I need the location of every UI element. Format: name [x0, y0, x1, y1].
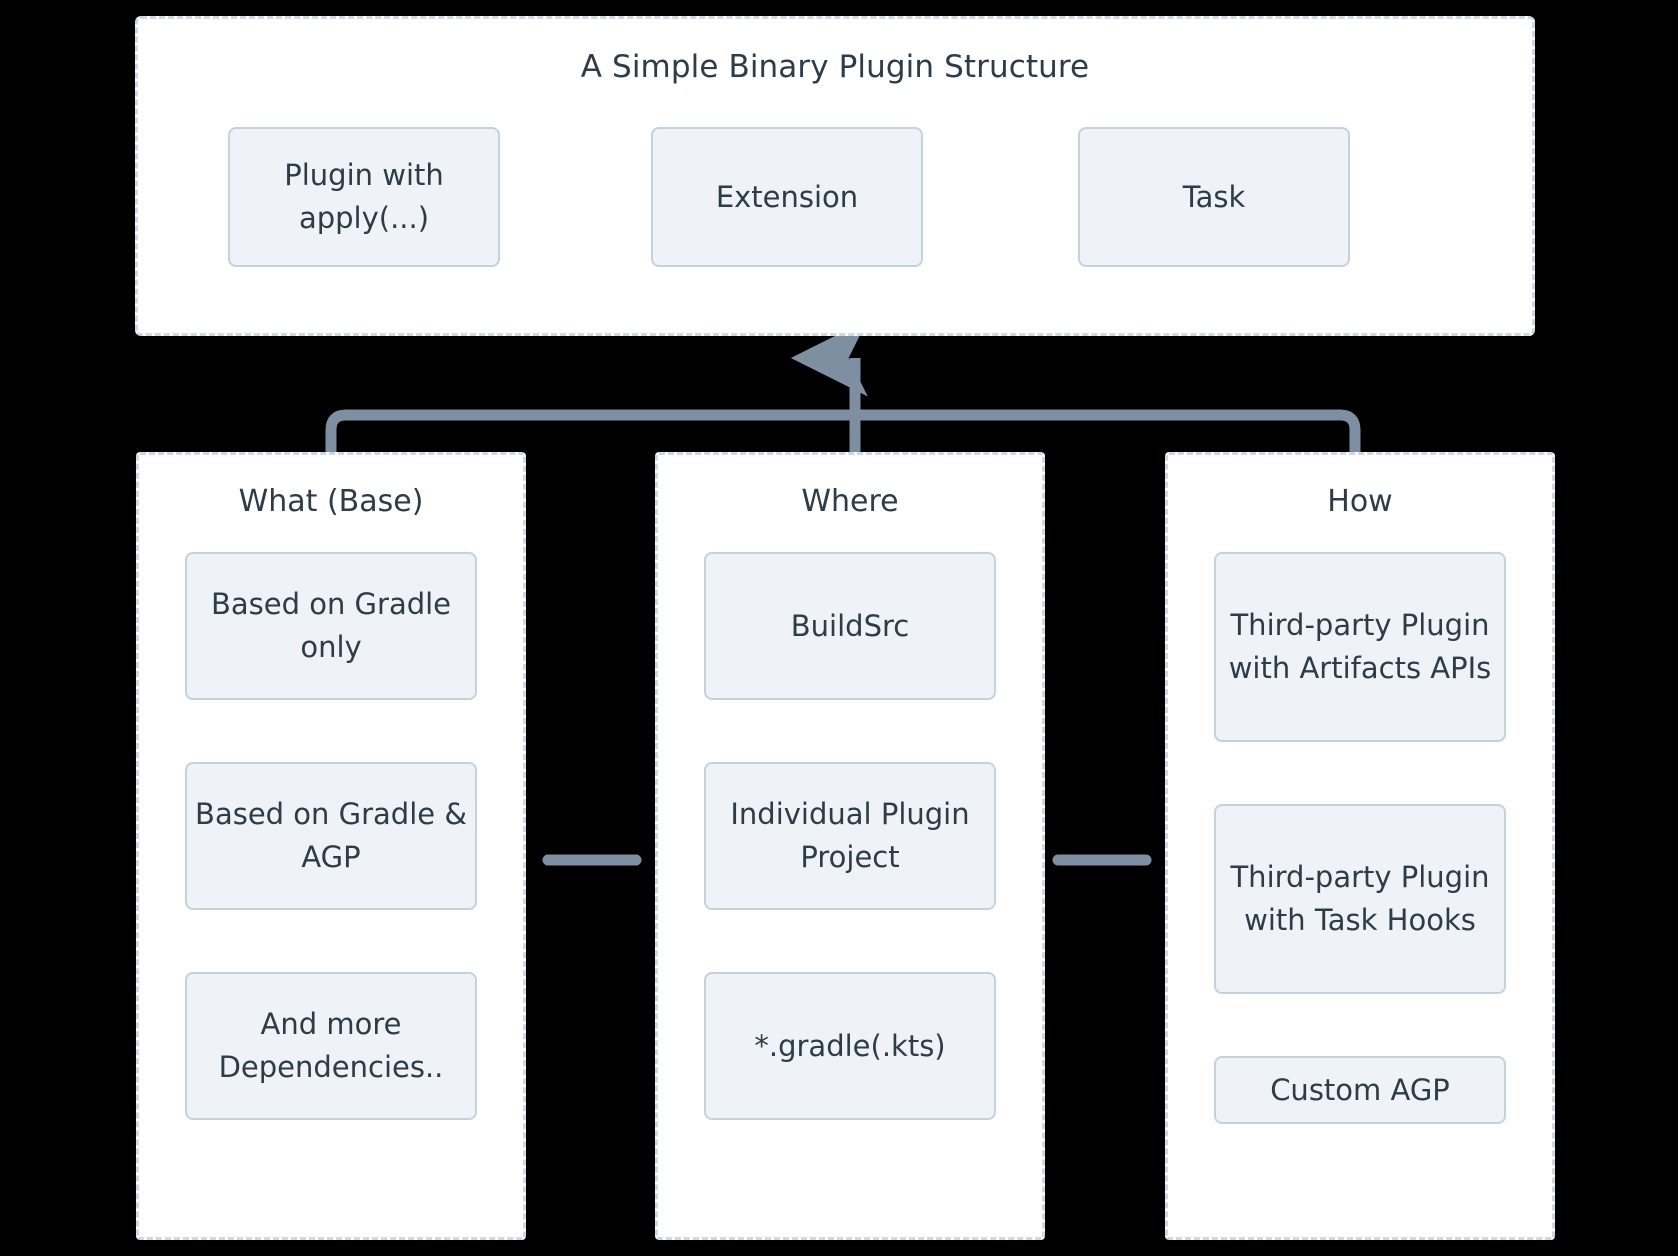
item-label: Custom AGP [1270, 1072, 1450, 1107]
node-plugin-with-apply[interactable]: Plugin with apply(...) [228, 127, 500, 267]
node-extension[interactable]: Extension [651, 127, 923, 267]
list-item[interactable]: Third-party Plugin with Artifacts APIs [1214, 552, 1506, 742]
column-item-list: Third-party Plugin with Artifacts APIs T… [1168, 552, 1552, 1124]
list-item[interactable]: Based on Gradle & AGP [185, 762, 477, 910]
diagram-canvas: A Simple Binary Plugin Structure Plugin … [0, 0, 1678, 1256]
list-item[interactable]: Third-party Plugin with Task Hooks [1214, 804, 1506, 994]
column-item-list: BuildSrc Individual Plugin Project *.gra… [658, 552, 1042, 1120]
item-label: Based on Gradle & AGP [195, 797, 467, 874]
top-panel: A Simple Binary Plugin Structure Plugin … [135, 16, 1535, 336]
list-item[interactable]: BuildSrc [704, 552, 996, 700]
column-title: What (Base) [238, 484, 424, 519]
column-title: How [1327, 484, 1393, 519]
list-item[interactable]: Based on Gradle only [185, 552, 477, 700]
column-what-base: What (Base) Based on Gradle only Based o… [136, 452, 526, 1240]
item-label: BuildSrc [790, 608, 910, 643]
node-label: Plugin with apply(...) [284, 158, 444, 235]
item-label: And more Dependencies.. [218, 1007, 444, 1084]
item-label: *.gradle(.kts) [754, 1028, 946, 1063]
column-how: How Third-party Plugin with Artifacts AP… [1165, 452, 1555, 1240]
list-item[interactable]: Custom AGP [1214, 1056, 1506, 1124]
list-item[interactable]: *.gradle(.kts) [704, 972, 996, 1120]
item-label: Third-party Plugin with Artifacts APIs [1228, 608, 1492, 685]
node-label: Task [1182, 179, 1246, 214]
column-where: Where BuildSrc Individual Plugin Project… [655, 452, 1045, 1240]
top-node-row: Plugin with apply(...) Extension Task [138, 127, 1532, 277]
column-title: Where [801, 484, 899, 519]
page-title: A Simple Binary Plugin Structure [580, 49, 1090, 85]
item-label: Third-party Plugin with Task Hooks [1230, 860, 1490, 937]
list-item[interactable]: And more Dependencies.. [185, 972, 477, 1120]
node-label: Extension [715, 179, 859, 214]
column-item-list: Based on Gradle only Based on Gradle & A… [139, 552, 523, 1120]
list-item[interactable]: Individual Plugin Project [704, 762, 996, 910]
node-task[interactable]: Task [1078, 127, 1350, 267]
item-label: Individual Plugin Project [730, 797, 970, 874]
item-label: Based on Gradle only [210, 587, 452, 664]
